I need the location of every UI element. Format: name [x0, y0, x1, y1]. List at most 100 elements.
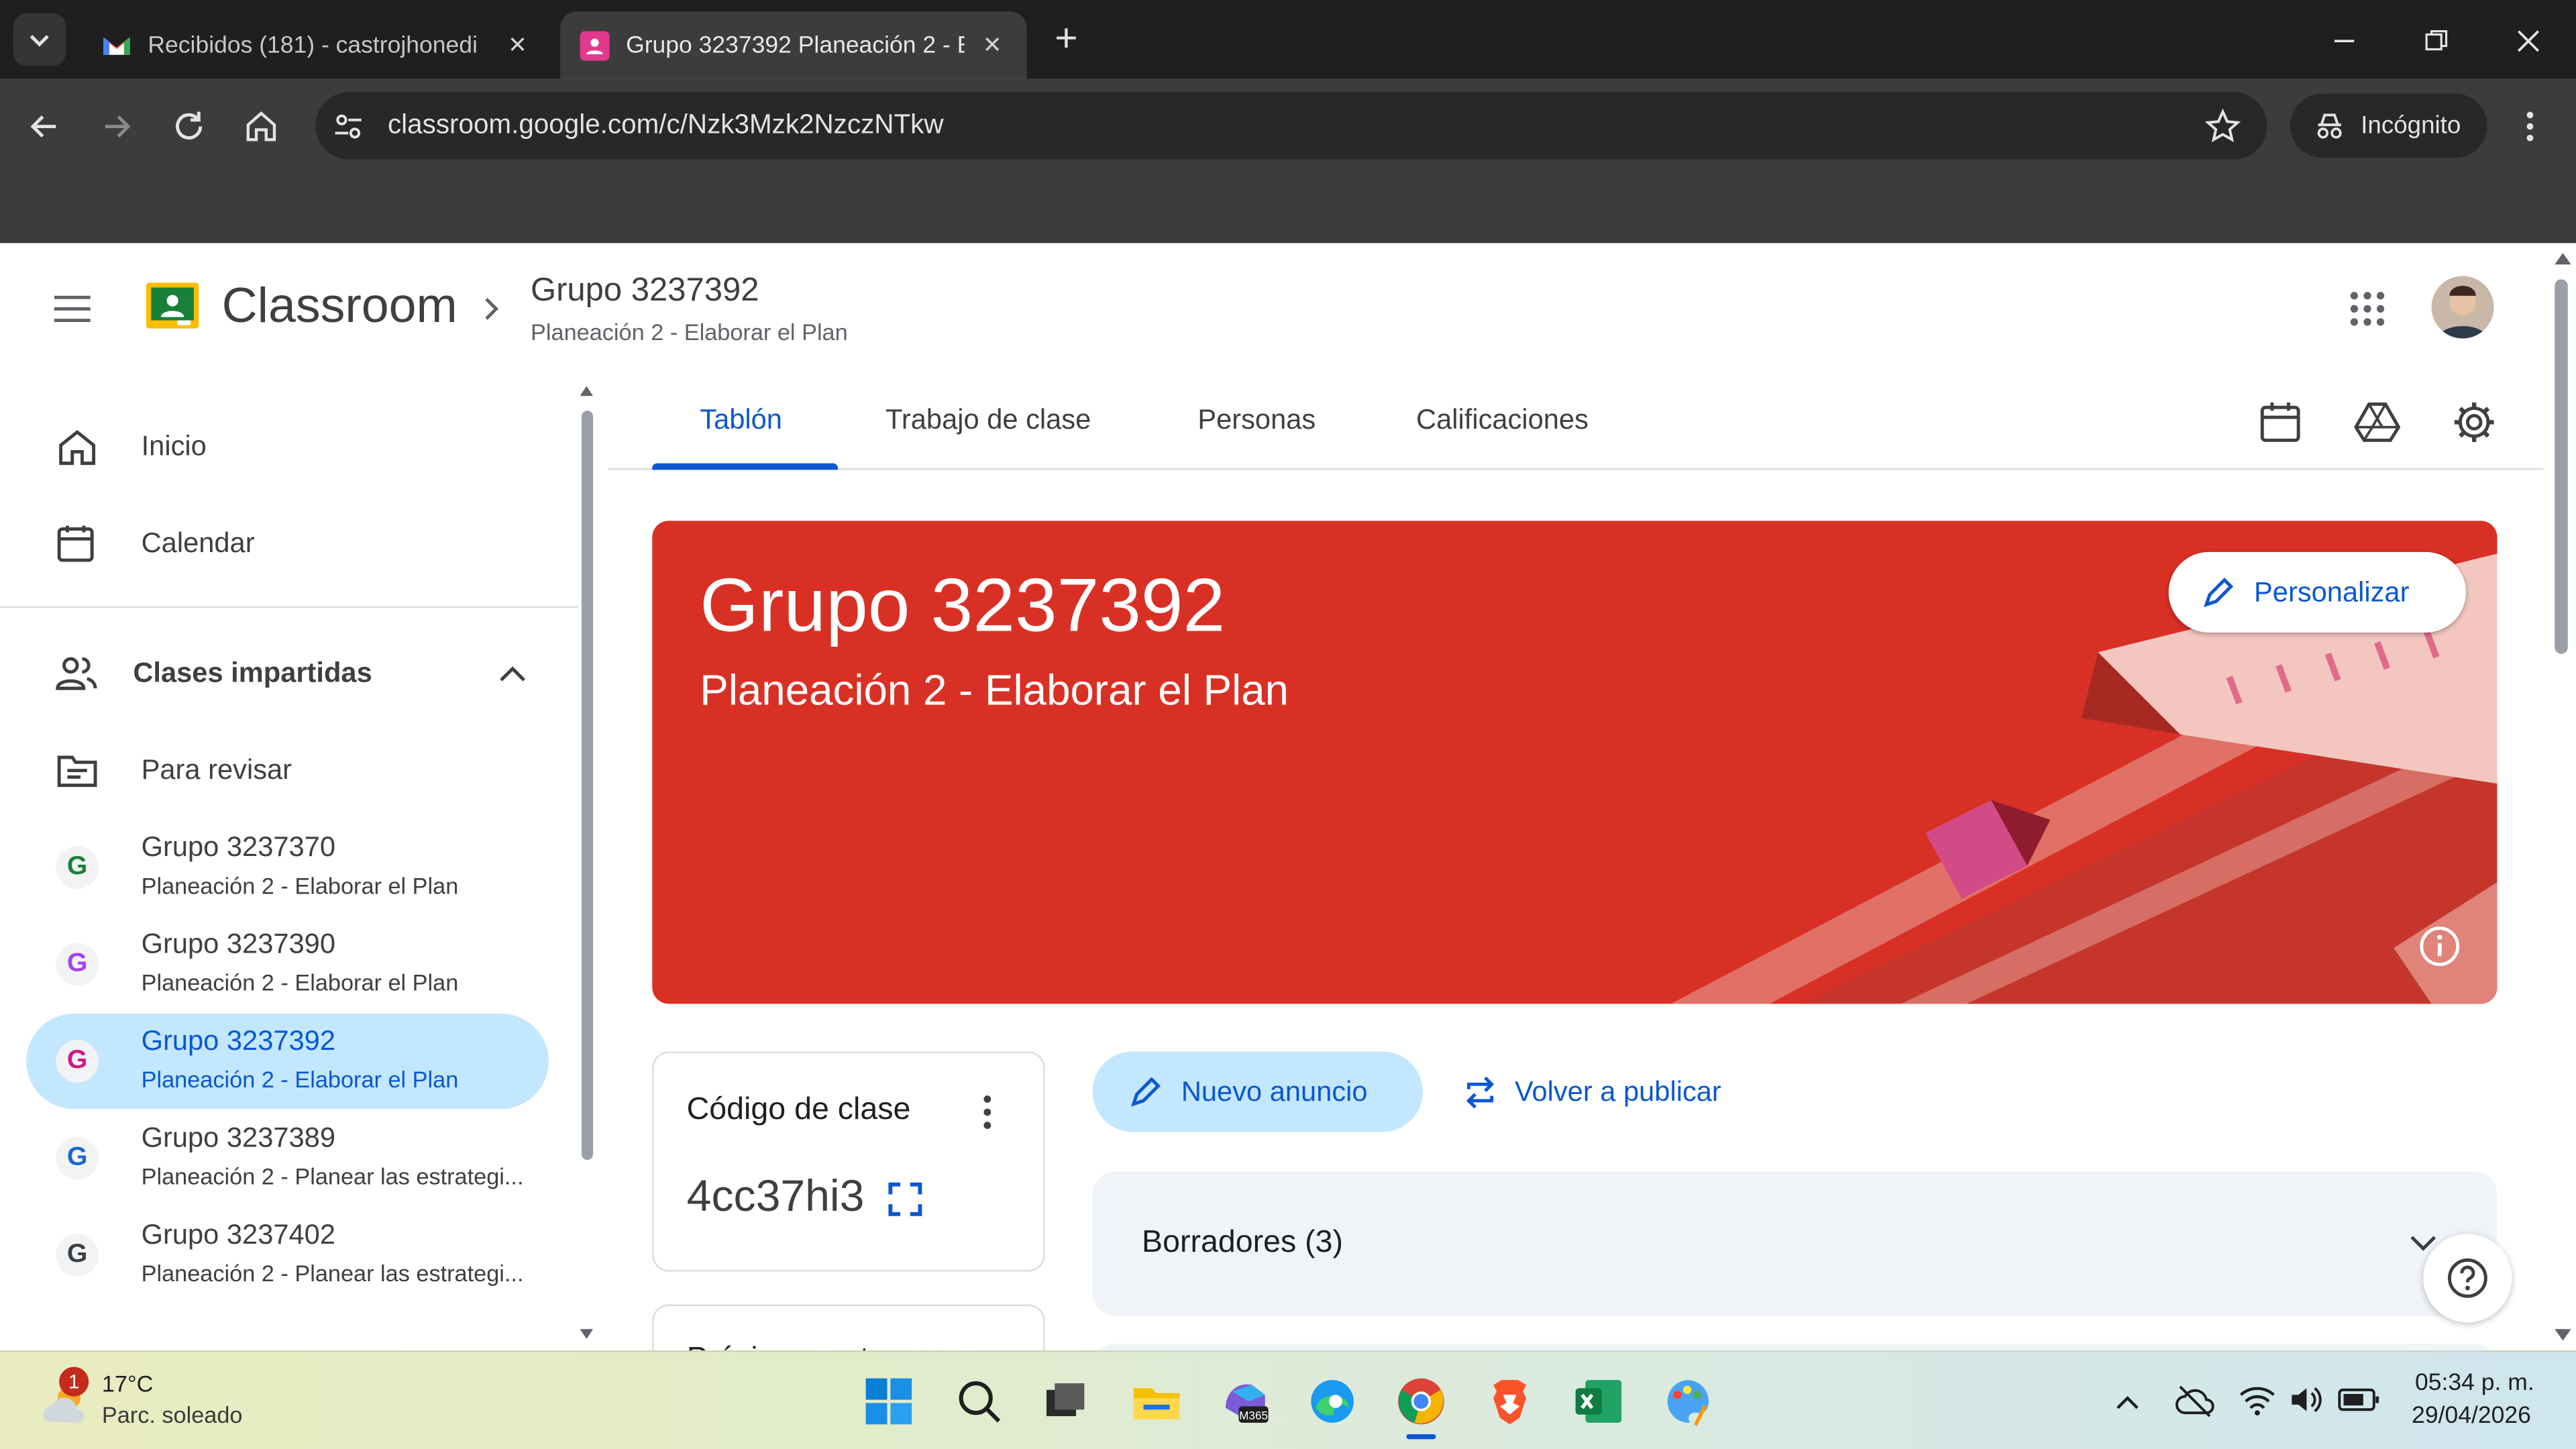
minimize-icon[interactable]	[2330, 26, 2359, 56]
close-window-icon[interactable]	[2514, 26, 2543, 56]
sidebar-class-item[interactable]: G Grupo 3237402 Planeación 2 - Planear l…	[26, 1208, 549, 1303]
sidebar-scrollbar[interactable]	[578, 384, 594, 1350]
class-name: Grupo 3237402	[141, 1219, 335, 1250]
url-text[interactable]: classroom.google.com/c/Nzk3Mzk2NzczNTkw	[388, 110, 944, 142]
more-vert-icon[interactable]	[973, 1093, 1002, 1132]
sidebar-item-label: Para revisar	[141, 754, 292, 786]
reload-icon[interactable]	[171, 109, 207, 145]
site-info-icon[interactable]	[332, 110, 365, 143]
edge-icon[interactable]	[1306, 1375, 1358, 1428]
sidebar-section-teaching[interactable]: Clases impartidas	[26, 626, 549, 721]
chrome-icon[interactable]	[1395, 1375, 1447, 1428]
file-explorer-icon[interactable]	[1130, 1375, 1183, 1428]
scroll-down-icon[interactable]	[578, 1328, 594, 1341]
class-code-value: 4cc37hi3	[686, 1171, 865, 1221]
page-scroll-thumb[interactable]	[2555, 279, 2568, 654]
bookmark-star-icon[interactable]	[2204, 108, 2241, 145]
close-icon[interactable]: ✕	[502, 32, 532, 60]
new-tab-button[interactable]: +	[1046, 16, 1086, 62]
info-icon[interactable]	[2418, 925, 2461, 968]
back-icon[interactable]	[26, 109, 62, 145]
tab-people[interactable]: Personas	[1197, 404, 1316, 437]
banner-subtitle: Planeación 2 - Elaborar el Plan	[700, 665, 1289, 715]
sidebar-item-label: Calendar	[141, 527, 255, 559]
sidebar-class-item[interactable]: G Grupo 3237389 Planeación 2 - Planear l…	[26, 1111, 549, 1206]
chevron-up-icon[interactable]	[496, 659, 529, 688]
clock-time[interactable]: 05:34 p. m.	[2415, 1370, 2534, 1396]
wifi-icon[interactable]	[2238, 1382, 2277, 1418]
weather-temp: 17°C	[101, 1370, 154, 1397]
page-scrollbar[interactable]	[2549, 243, 2576, 1351]
customize-label: Personalizar	[2254, 576, 2410, 607]
sidebar-item-calendar[interactable]: Calendar	[26, 496, 549, 592]
home-icon[interactable]	[243, 109, 279, 145]
browser-tab-classroom[interactable]: Grupo 3237392 Planeación 2 - E ✕	[560, 11, 1027, 79]
sidebar-divider	[0, 606, 579, 608]
paint-icon[interactable]	[1661, 1375, 1713, 1428]
class-name: Grupo 3237389	[141, 1122, 335, 1154]
sidebar-class-item-selected[interactable]: G Grupo 3237392 Planeación 2 - Elaborar …	[26, 1014, 549, 1110]
review-folder-icon	[57, 755, 97, 788]
class-subtitle: Planeación 2 - Elaborar el Plan	[141, 1066, 459, 1093]
app-brand[interactable]: Classroom	[222, 279, 458, 335]
tab-title: Grupo 3237392 Planeación 2 - E	[626, 32, 965, 58]
tab-grades[interactable]: Calificaciones	[1416, 404, 1589, 437]
scroll-up-icon[interactable]	[578, 384, 594, 398]
drafts-panel[interactable]: Borradores (3)	[1092, 1171, 2498, 1316]
sidebar: Inicio Calendar Clases impartidas Para r…	[0, 374, 602, 1351]
breadcrumb-title[interactable]: Grupo 3237392	[531, 273, 759, 311]
sidebar-item-inicio[interactable]: Inicio	[26, 399, 549, 494]
apps-grid-icon[interactable]	[2349, 290, 2385, 327]
sidebar-item-to-review[interactable]: Para revisar	[26, 723, 549, 818]
excel-icon[interactable]	[1572, 1375, 1625, 1428]
chevron-down-icon	[30, 35, 49, 47]
svg-text:M365: M365	[1239, 1409, 1268, 1422]
sidebar-scroll-thumb[interactable]	[581, 411, 594, 1160]
avatar[interactable]	[2431, 276, 2494, 339]
scroll-up-icon[interactable]	[2553, 250, 2573, 266]
active-tab-indicator	[652, 463, 838, 470]
settings-gear-icon[interactable]	[2451, 399, 2498, 445]
main-menu-icon[interactable]	[52, 292, 92, 325]
weather-widget[interactable]: 1 17°C Parc. soleado	[36, 1365, 266, 1438]
calendar-icon[interactable]	[2259, 401, 2302, 444]
banner-title: Grupo 3237392	[700, 561, 1226, 647]
sidebar-item-label: Inicio	[141, 430, 207, 462]
sidebar-class-item[interactable]: G Grupo 3237390 Planeación 2 - Elaborar …	[26, 917, 549, 1012]
browser-tab-gmail[interactable]: Recibidos (181) - castrojhonedi ✕	[82, 11, 551, 78]
search-icon[interactable]	[953, 1375, 1005, 1428]
new-announcement-label: Nuevo anuncio	[1181, 1075, 1368, 1107]
show-hidden-icons-icon[interactable]	[2112, 1388, 2142, 1414]
incognito-indicator[interactable]: Incógnito	[2290, 93, 2487, 158]
task-view-icon[interactable]	[1040, 1375, 1092, 1428]
class-avatar: G	[56, 1040, 99, 1083]
customize-button[interactable]: Personalizar	[2168, 551, 2466, 633]
windows-start-icon[interactable]	[863, 1375, 915, 1428]
brave-icon[interactable]	[1483, 1375, 1536, 1428]
forward-icon[interactable]	[99, 109, 135, 145]
address-bar[interactable]: classroom.google.com/c/Nzk3Mzk2NzczNTkw	[315, 92, 2267, 160]
tab-classwork[interactable]: Trabajo de clase	[885, 404, 1091, 437]
classroom-logo-icon[interactable]	[146, 282, 199, 329]
restore-icon[interactable]	[2422, 26, 2451, 56]
browser-menu-icon[interactable]	[2514, 109, 2546, 145]
fullscreen-icon[interactable]	[887, 1181, 923, 1218]
scroll-down-icon[interactable]	[2553, 1328, 2573, 1344]
repost-icon	[1466, 1076, 1495, 1109]
repost-button[interactable]: Volver a publicar	[1462, 1071, 1721, 1114]
help-button[interactable]	[2423, 1234, 2512, 1323]
new-announcement-button[interactable]: Nuevo anuncio	[1092, 1051, 1423, 1132]
battery-icon[interactable]	[2338, 1387, 2381, 1413]
volume-icon[interactable]	[2287, 1382, 2326, 1418]
chrome-active-indicator	[1406, 1434, 1436, 1440]
drive-folder-icon[interactable]	[2354, 401, 2400, 444]
people-icon	[56, 657, 97, 690]
tab-stream[interactable]: Tablón	[700, 404, 782, 437]
microsoft365-icon[interactable]: M365	[1219, 1375, 1271, 1428]
clock-date[interactable]: 29/04/2026	[2412, 1403, 2531, 1429]
tab-search-button[interactable]	[13, 13, 66, 66]
weather-badge: 1	[59, 1366, 89, 1397]
close-icon[interactable]: ✕	[977, 32, 1007, 60]
sidebar-class-item[interactable]: G Grupo 3237370 Planeación 2 - Elaborar …	[26, 820, 549, 915]
cloud-offline-icon[interactable]	[2175, 1382, 2214, 1421]
